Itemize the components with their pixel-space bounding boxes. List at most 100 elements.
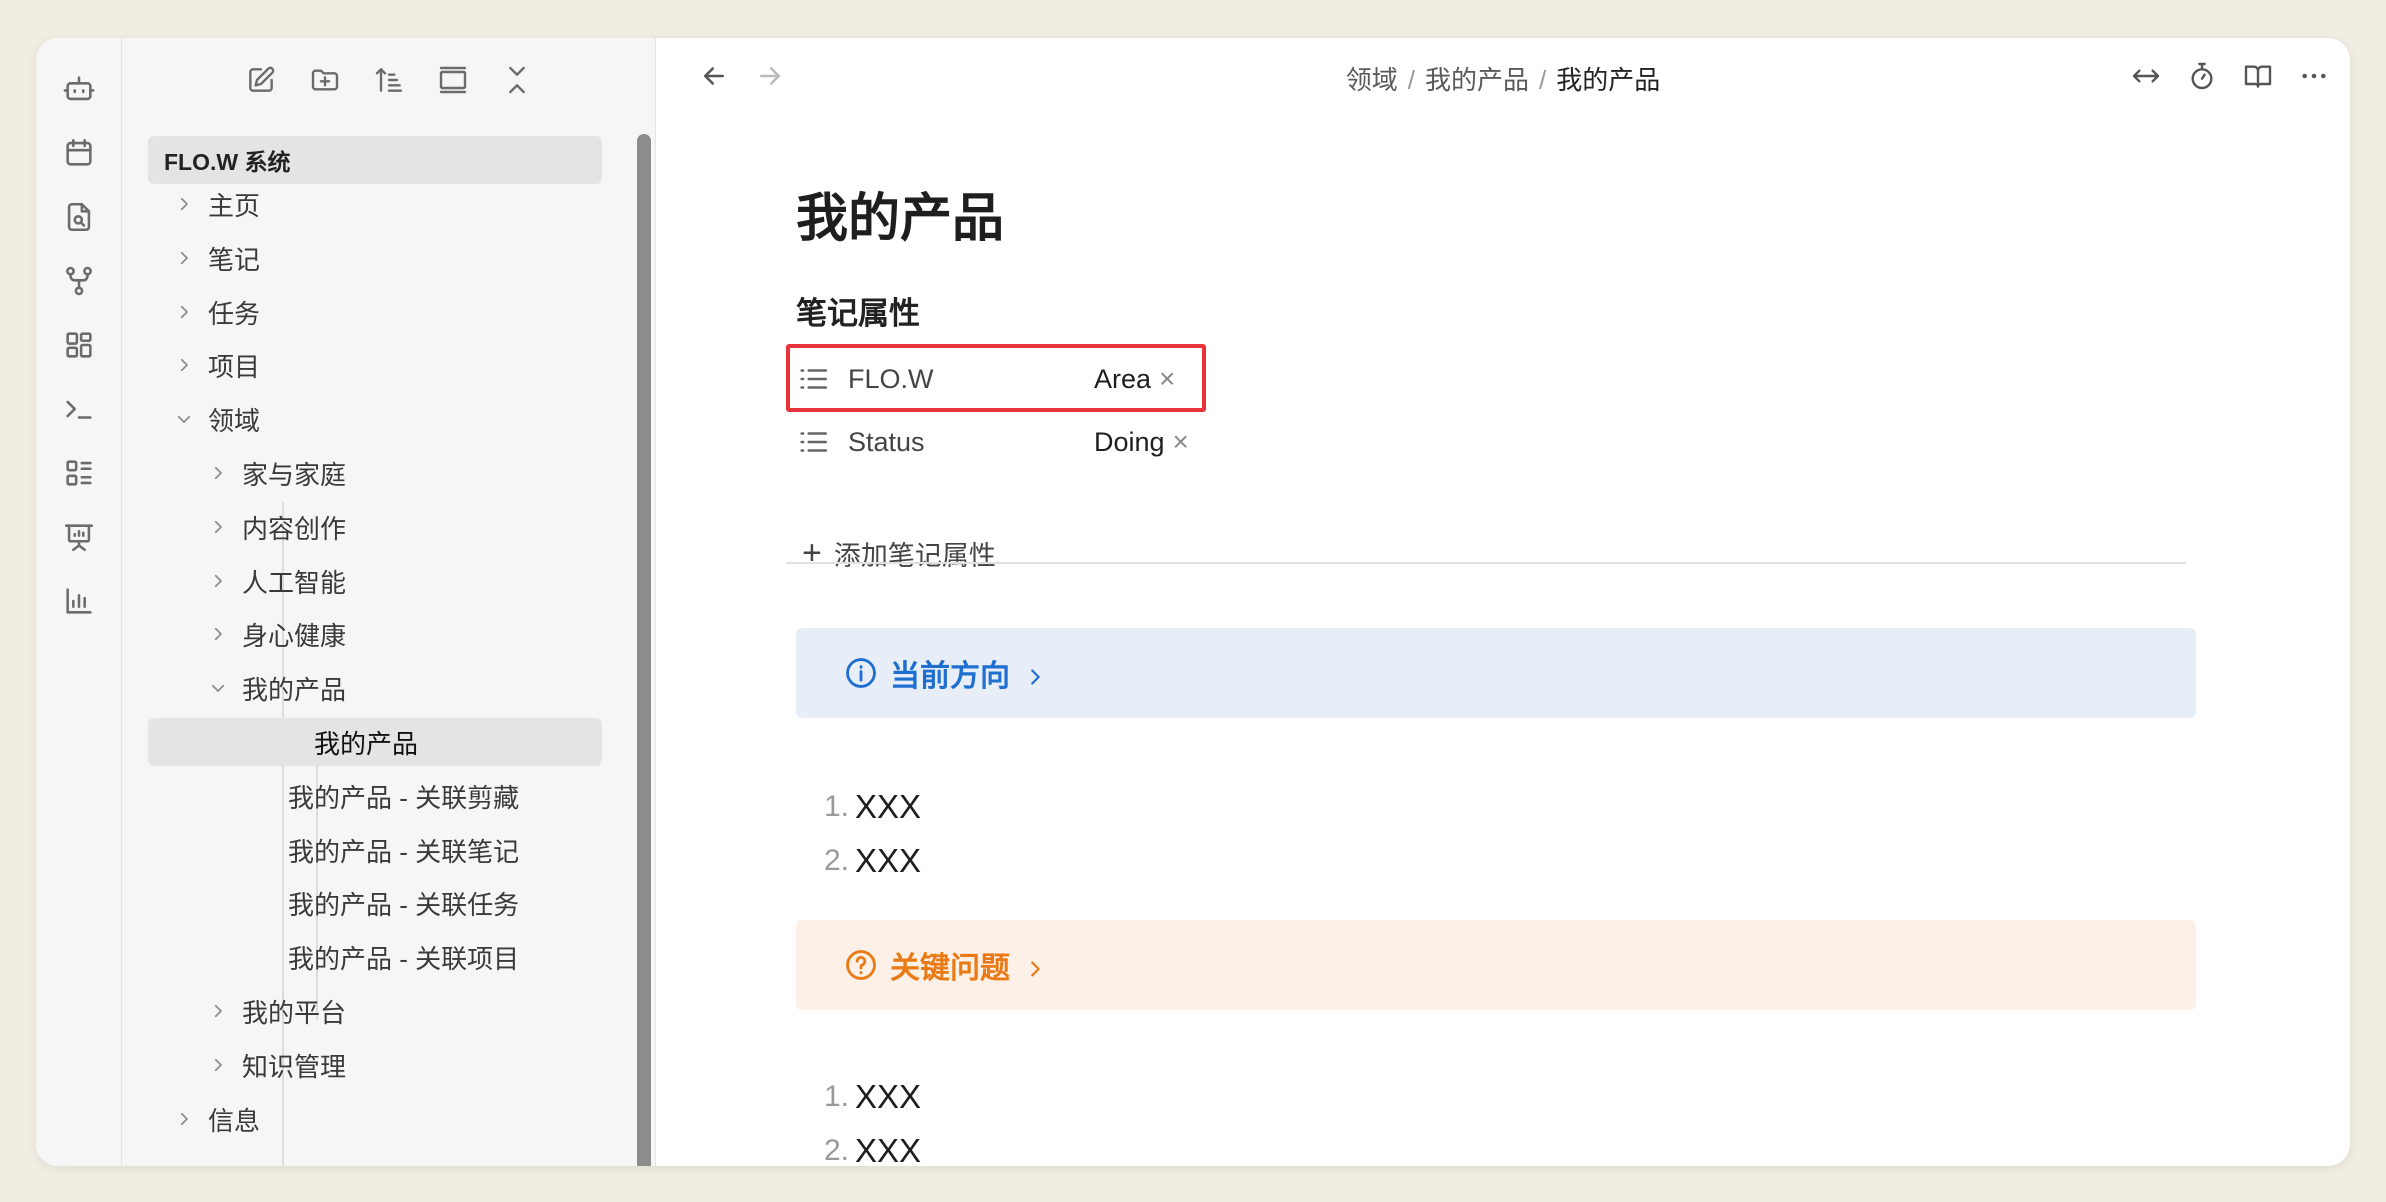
property-value[interactable]: Doing [1094,427,1165,458]
chevron-right-icon[interactable] [208,463,228,483]
tree-folder-item[interactable]: 主页 [174,180,260,228]
list-item[interactable]: 2. XXX [824,834,921,888]
tree-file-item[interactable]: 我的产品 - 关联剪藏 [288,772,519,820]
tree-item-label: 家与家庭 [242,459,347,490]
add-property-label: 添加笔记属性 [833,541,996,571]
tree-file-item[interactable]: 我的产品 - 关联项目 [288,933,519,981]
vault-name[interactable]: FLO.W 系统 [148,136,602,184]
tree-folder-item[interactable]: 领域 [174,395,260,443]
callout-question[interactable]: 关键问题 [796,920,2196,1010]
tree-item-label: 信息 [208,1105,261,1136]
chevron-right-icon[interactable] [174,302,194,322]
chevron-right-icon[interactable] [208,1001,228,1021]
chevron-right-icon[interactable] [208,1055,228,1075]
callout-title: 关键问题 [890,952,1010,985]
property-row-status[interactable]: Status Doing × [796,414,1189,470]
tree-item-label: 身心健康 [242,620,347,651]
chevron-right-icon [1024,662,1046,685]
expand-width-icon[interactable] [2126,56,2166,96]
tree-folder-item[interactable]: 我的平台 [208,987,346,1035]
add-property-button[interactable]: + 添加笔记属性 [802,534,996,573]
tree-item-label: 人工智能 [242,567,347,598]
breadcrumb-item[interactable]: 我的产品 [1425,65,1529,95]
chevron-right-icon[interactable] [174,194,194,214]
tree-folder-item[interactable]: 项目 [174,341,260,389]
tree-folder-item[interactable]: 任务 [174,288,260,336]
tree-item-label: 我的平台 [242,997,347,1028]
question-icon [844,948,878,982]
bar-chart-icon[interactable] [54,576,104,626]
tree-item-label: 内容创作 [242,513,347,544]
more-options-icon[interactable] [2294,56,2334,96]
collapse-all-icon[interactable] [496,59,538,101]
ordered-list: 1. XXX 2. XXX [824,1070,921,1166]
git-fork-icon[interactable] [54,256,104,306]
tree-item-label: 我的产品 - 关联剪藏 [288,782,520,813]
tree-item-label: 笔记 [208,244,261,275]
chevron-right-icon[interactable] [174,355,194,375]
bot-icon[interactable] [54,64,104,114]
terminal-icon[interactable] [54,384,104,434]
tree-file-item[interactable]: 我的产品 - 关联笔记 [288,826,519,874]
timer-icon[interactable] [2182,56,2222,96]
chevron-down-icon[interactable] [208,678,228,698]
ordered-list: 1. XXX 2. XXX [824,780,921,888]
app-window: FLO.W 系统 主页 笔记 任务 项目 领域 家与家庭 内容创作 人工智能 身心健康 我的产品我… [36,38,2350,1166]
presentation-icon[interactable] [54,512,104,562]
breadcrumb-separator: / [1539,65,1547,95]
chevron-right-icon[interactable] [208,571,228,591]
tree-folder-item[interactable]: 内容创作 [208,503,346,551]
tree-folder-item[interactable]: 知识管理 [208,1041,346,1089]
breadcrumb-separator: / [1407,65,1415,95]
tree-item-label: 我的产品 - 关联任务 [288,889,520,920]
collapse-view-icon[interactable] [432,59,474,101]
remove-value-icon[interactable]: × [1173,426,1189,458]
sidebar-scrollbar[interactable] [637,134,651,1166]
tree-item-label: 我的产品 - 关联笔记 [288,836,520,867]
tree-item-label: 我的产品 [314,728,419,759]
breadcrumb-current[interactable]: 我的产品 [1556,65,1660,95]
breadcrumb: 领域 / 我的产品 / 我的产品 [656,60,2350,97]
tree-file-item[interactable]: 我的产品 - 关联任务 [288,879,519,927]
breadcrumb-item[interactable]: 领域 [1346,65,1398,95]
layout-grid-icon[interactable] [54,320,104,370]
chevron-right-icon[interactable] [208,624,228,644]
chevron-right-icon[interactable] [174,248,194,268]
info-icon [844,656,878,690]
chevron-right-icon[interactable] [208,517,228,537]
tree-folder-item[interactable]: 家与家庭 [208,449,346,497]
note-title[interactable]: 我的产品 [796,176,1004,251]
sort-icon[interactable] [368,59,410,101]
chevron-right-icon [1024,954,1046,977]
view-header: 领域 / 我的产品 / 我的产品 [656,38,2350,114]
tree-folder-item[interactable]: 信息 [174,1095,260,1143]
tree-folder-item[interactable]: 身心健康 [208,610,346,658]
chevron-down-icon[interactable] [174,409,194,429]
list-layout-icon[interactable] [54,448,104,498]
new-note-icon[interactable] [240,59,282,101]
list-item[interactable]: 1. XXX [824,780,921,834]
file-search-icon[interactable] [54,192,104,242]
view-actions [2126,56,2334,96]
highlight-annotation [786,344,1206,412]
tree-item-label: 知识管理 [242,1051,347,1082]
tree-folder-item[interactable]: 笔记 [174,234,260,282]
new-folder-icon[interactable] [304,59,346,101]
calendar-icon[interactable] [54,128,104,178]
list-item[interactable]: 1. XXX [824,1070,921,1124]
callout-direction[interactable]: 当前方向 [796,628,2196,718]
reading-view-icon[interactable] [2238,56,2278,96]
tree-folder-item[interactable]: 我的产品 [208,664,346,712]
tree-file-item[interactable]: 我的产品 [148,718,602,766]
callout-title: 当前方向 [890,660,1010,693]
tree-item-label: 项目 [208,351,261,382]
list-item[interactable]: 2. XXX [824,1124,921,1166]
tree-item-label: 任务 [208,298,261,329]
chevron-right-icon[interactable] [174,1109,194,1129]
property-key[interactable]: Status [848,427,1094,458]
tree-folder-item[interactable]: 人工智能 [208,557,346,605]
sidebar-toolbar [122,38,655,120]
tree-item-label: 我的产品 - 关联项目 [288,943,520,974]
tree-item-label: 我的产品 [242,674,347,705]
ribbon [36,38,122,1166]
